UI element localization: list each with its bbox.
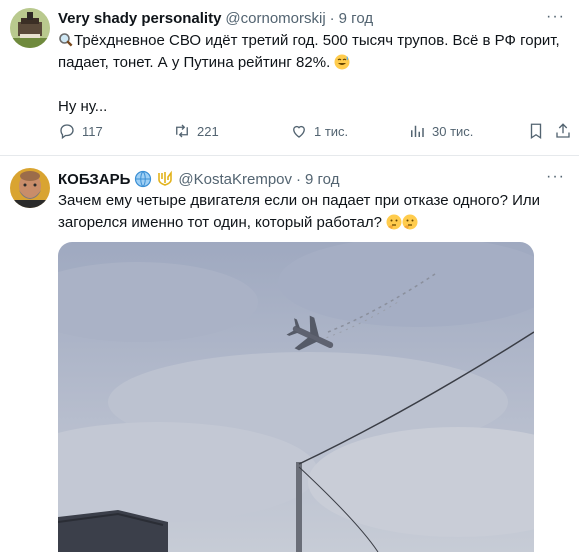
like-button[interactable]: 1 тис.	[290, 122, 348, 140]
tweet-text-line-2: падает, тонет. А у Путина рейтинг 82%.	[58, 54, 331, 71]
sweat-smile-emoji-icon	[334, 54, 350, 70]
reply-count: 117	[82, 123, 103, 139]
handle[interactable]: @cornomorskij	[225, 10, 325, 27]
avatar[interactable]	[10, 168, 50, 208]
avatar-image	[10, 8, 50, 48]
bookmark-button[interactable]	[527, 122, 545, 140]
reply-icon	[60, 124, 74, 140]
reply-button[interactable]: 117	[58, 122, 103, 140]
tweet-text-line-3: Ну ну...	[58, 98, 108, 115]
tweet-header: Very shady personality @cornomorskij · 9…	[58, 10, 373, 27]
avatar-image	[10, 168, 50, 208]
like-count: 1 тис.	[314, 123, 349, 139]
tweet-1[interactable]: Very shady personality @cornomorskij · 9…	[0, 0, 579, 156]
handle[interactable]: @KostaKrempov	[178, 171, 292, 188]
tweet-2[interactable]: КОБЗАРЬ @KostaKrempov · 9 год ··· Зачем …	[0, 156, 579, 552]
thinking-emoji-icon	[402, 214, 418, 230]
retweet-icon	[176, 124, 188, 138]
share-button[interactable]	[554, 122, 572, 140]
airplane-video-image	[58, 242, 534, 552]
tweet-text: Зачем ему четыре двигателя если он падае…	[58, 190, 563, 234]
views-button[interactable]: 30 тис.	[408, 122, 473, 140]
separator-dot: ·	[329, 10, 335, 27]
tweet-text-line-1: Трёхдневное СВО идёт третий год. 500 тыс…	[74, 32, 560, 49]
timestamp[interactable]: 9 год	[339, 10, 373, 27]
share-icon	[556, 123, 570, 138]
tweet-text: Трёхдневное СВО идёт третий год. 500 тыс…	[58, 30, 563, 118]
avatar[interactable]	[10, 8, 50, 48]
tweet-header: КОБЗАРЬ @KostaKrempov · 9 год	[58, 170, 339, 188]
views-count: 30 тис.	[432, 123, 474, 139]
like-icon	[293, 125, 305, 138]
thinking-emoji-icon	[386, 214, 402, 230]
retweet-count: 221	[197, 123, 219, 139]
more-options-icon[interactable]: ···	[546, 8, 565, 26]
display-name[interactable]: КОБЗАРЬ	[58, 171, 130, 188]
tweet-actions: 117 221 1 тис. 30 тис.	[58, 122, 570, 146]
display-name[interactable]: Very shady personality	[58, 10, 221, 27]
separator-dot: ·	[296, 170, 302, 188]
globe-badge-icon	[135, 170, 152, 188]
trident-badge-icon	[158, 170, 173, 186]
bookmark-icon	[530, 123, 542, 140]
retweet-button[interactable]: 221	[173, 122, 219, 140]
more-options-icon[interactable]: ···	[546, 168, 565, 186]
tweet-text-line-2: загорелся именно тот один, который работ…	[58, 214, 382, 231]
views-icon	[411, 125, 424, 137]
magnifier-emoji-icon	[59, 33, 74, 48]
video-thumbnail[interactable]	[58, 242, 534, 552]
timestamp[interactable]: 9 год	[305, 171, 339, 188]
tweet-text-line-1: Зачем ему четыре двигателя если он падае…	[58, 192, 541, 209]
